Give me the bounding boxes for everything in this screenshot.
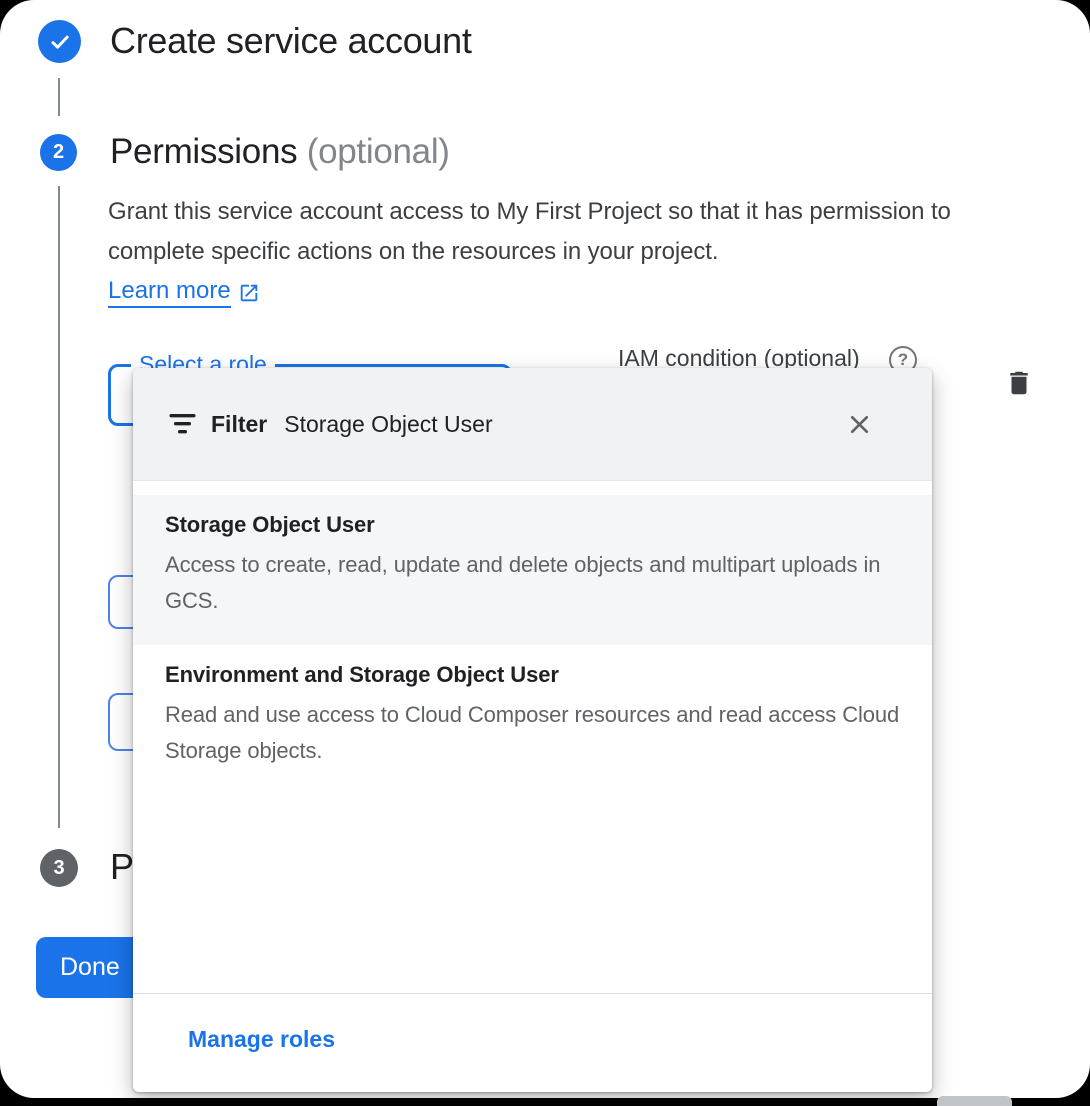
overlay-divider xyxy=(133,993,932,994)
role-result-title: Storage Object User xyxy=(165,512,900,538)
role-dropdown-panel: Filter Storage Object User Storage Objec… xyxy=(133,368,932,1092)
learn-more-label: Learn more xyxy=(108,277,231,308)
help-glyph: ? xyxy=(898,350,908,370)
role-result-storage-object-user[interactable]: Storage Object User Access to create, re… xyxy=(133,495,932,645)
manage-roles-link[interactable]: Manage roles xyxy=(188,1026,335,1053)
step2-title-text: Permissions xyxy=(110,132,297,171)
role-result-description: Access to create, read, update and delet… xyxy=(165,547,900,619)
close-filter-button[interactable] xyxy=(842,407,876,441)
step1-title: Create service account xyxy=(110,19,472,63)
step3-title-partial: P xyxy=(110,845,134,889)
role-filter-input[interactable]: Filter Storage Object User xyxy=(133,368,932,481)
close-icon xyxy=(844,409,875,440)
step2-number: 2 xyxy=(53,141,64,164)
role-result-environment-storage-object-user[interactable]: Environment and Storage Object User Read… xyxy=(133,645,932,795)
step1-complete-icon xyxy=(38,20,81,63)
step3-number-badge: 3 xyxy=(40,849,78,887)
filter-label: Filter xyxy=(211,411,267,438)
filter-value: Storage Object User xyxy=(284,411,492,438)
role-results-list: Storage Object User Access to create, re… xyxy=(133,481,932,795)
create-service-account-panel: Create service account 2 Permissions (op… xyxy=(0,0,1090,1098)
trash-icon xyxy=(1004,366,1034,400)
role-result-description: Read and use access to Cloud Composer re… xyxy=(165,697,900,769)
delete-role-button[interactable] xyxy=(1000,362,1038,404)
stepper-connector-1 xyxy=(58,78,60,116)
learn-more-link[interactable]: Learn more xyxy=(108,277,260,308)
bottom-edge-pill xyxy=(937,1096,1012,1106)
step2-number-badge: 2 xyxy=(40,134,77,171)
check-icon xyxy=(47,29,73,55)
done-button-label: Done xyxy=(60,953,120,981)
step2-title: Permissions (optional) xyxy=(110,131,450,173)
step2-title-optional: (optional) xyxy=(307,132,450,171)
permissions-description: Grant this service account access to My … xyxy=(108,192,968,272)
step3-number: 3 xyxy=(53,857,64,880)
role-result-title: Environment and Storage Object User xyxy=(165,662,900,688)
stepper-connector-2 xyxy=(58,186,60,828)
open-in-new-icon xyxy=(238,282,260,304)
filter-icon xyxy=(169,414,196,435)
